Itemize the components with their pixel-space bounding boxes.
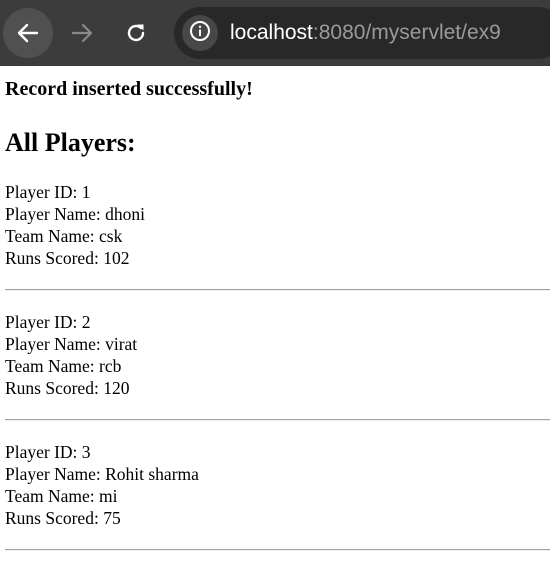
team-name: Team Name: csk <box>5 226 123 246</box>
record-divider <box>5 419 550 421</box>
player-list: Player ID: 1 Player Name: dhoni Team Nam… <box>0 181 550 571</box>
player-name: Player Name: Rohit sharma <box>5 464 199 484</box>
status-message: Record inserted successfully! <box>5 78 253 100</box>
url-host: localhost <box>230 21 313 44</box>
player-record: Player ID: 2 Player Name: virat Team Nam… <box>0 311 550 399</box>
site-info-button[interactable] <box>182 15 218 51</box>
player-name: Player Name: virat <box>5 334 138 354</box>
record-divider <box>5 289 550 291</box>
player-record: Player ID: 3 Player Name: Rohit sharma T… <box>0 441 550 529</box>
runs-scored: Runs Scored: 102 <box>5 248 130 268</box>
browser-toolbar: localhost:8080/myservlet/ex9 <box>0 0 550 66</box>
info-icon <box>189 20 211 47</box>
player-id: Player ID: 3 <box>5 442 91 462</box>
player-id: Player ID: 2 <box>5 312 91 332</box>
arrow-right-icon <box>71 22 93 44</box>
runs-scored: Runs Scored: 120 <box>5 378 130 398</box>
reload-icon <box>125 22 147 44</box>
url-text[interactable]: localhost:8080/myservlet/ex9 <box>230 20 501 46</box>
player-name: Player Name: dhoni <box>5 204 145 224</box>
runs-scored: Runs Scored: 75 <box>5 508 121 528</box>
address-bar[interactable]: localhost:8080/myservlet/ex9 <box>174 7 550 59</box>
page-title: All Players: <box>5 128 136 157</box>
arrow-left-icon <box>17 22 39 44</box>
forward-button[interactable] <box>57 8 107 58</box>
team-name: Team Name: rcb <box>5 356 122 376</box>
player-id: Player ID: 1 <box>5 182 91 202</box>
back-button[interactable] <box>3 8 53 58</box>
record-divider <box>5 549 550 551</box>
url-path: :8080/myservlet/ex9 <box>312 21 501 44</box>
team-name: Team Name: mi <box>5 486 118 506</box>
player-record: Player ID: 1 Player Name: dhoni Team Nam… <box>0 181 550 269</box>
reload-button[interactable] <box>111 8 161 58</box>
